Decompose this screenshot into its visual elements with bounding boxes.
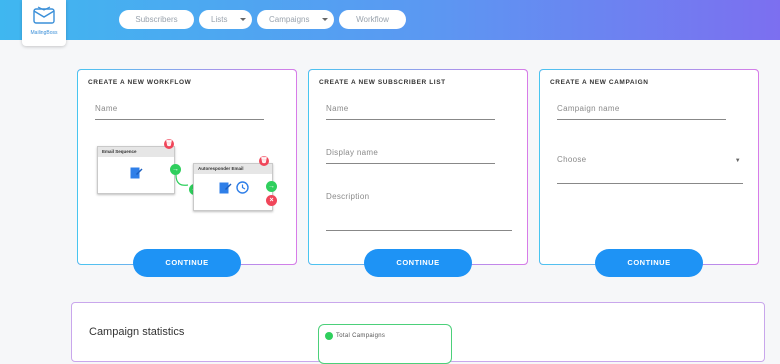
status-dot-icon	[325, 332, 333, 340]
list-name-input[interactable]: Name	[326, 104, 495, 120]
campaign-type-select[interactable]: Choose ▼	[557, 155, 743, 184]
select-value: Choose	[557, 155, 587, 164]
create-workflow-card: CREATE A NEW WORKFLOW Name Email Sequenc…	[77, 69, 297, 277]
campaign-continue-button[interactable]: CONTINUE	[595, 249, 703, 277]
field-placeholder: Name	[95, 104, 118, 113]
stats-title: Campaign statistics	[89, 326, 185, 338]
card-title: CREATE A NEW CAMPAIGN	[550, 79, 649, 86]
nav-subscribers-label: Subscribers	[135, 15, 178, 24]
close-icon: ×	[266, 195, 277, 206]
create-subscriber-list-card: CREATE A NEW SUBSCRIBER LIST Name Displa…	[308, 69, 528, 277]
nav-campaigns-label: Campaigns	[269, 15, 310, 24]
campaign-statistics-panel: Campaign statistics Total Campaigns	[71, 302, 765, 364]
edit-icon	[219, 182, 232, 194]
nav-campaigns-dropdown[interactable]: Campaigns	[257, 10, 334, 29]
arrow-right-icon: →	[266, 181, 277, 192]
mail-logo-icon	[33, 6, 55, 24]
total-campaigns-card: Total Campaigns	[318, 324, 452, 364]
chevron-down-icon	[240, 18, 246, 21]
list-display-name-input[interactable]: Display name	[326, 148, 495, 164]
clock-icon	[236, 181, 249, 194]
field-placeholder: Campaign name	[557, 104, 620, 113]
create-campaign-card: CREATE A NEW CAMPAIGN Campaign name Choo…	[539, 69, 759, 277]
autoresponder-email-node: Autoresponder Email	[193, 163, 273, 211]
triangle-down-icon: ▼	[734, 158, 741, 164]
card-title: CREATE A NEW SUBSCRIBER LIST	[319, 79, 446, 86]
nav-lists-label: Lists	[211, 15, 228, 24]
list-description-textarea[interactable]: Description	[326, 192, 512, 231]
connector-line	[175, 174, 189, 186]
campaign-name-input[interactable]: Campaign name	[557, 104, 726, 120]
logo-text: MailingBoss	[30, 30, 58, 36]
edit-icon	[130, 167, 143, 179]
nav-lists-dropdown[interactable]: Lists	[199, 10, 252, 29]
trash-icon: 🗑	[259, 156, 269, 166]
workflow-continue-button[interactable]: CONTINUE	[133, 249, 241, 277]
chevron-down-icon	[322, 18, 328, 21]
card-title: CREATE A NEW WORKFLOW	[88, 79, 192, 86]
nav-workflow[interactable]: Workflow	[339, 10, 406, 29]
node-title: Autoresponder Email	[194, 164, 272, 174]
field-placeholder: Description	[326, 192, 370, 201]
list-continue-button[interactable]: CONTINUE	[364, 249, 472, 277]
field-placeholder: Display name	[326, 148, 379, 157]
total-campaigns-label: Total Campaigns	[336, 333, 386, 339]
field-placeholder: Name	[326, 104, 349, 113]
nav-subscribers[interactable]: Subscribers	[119, 10, 194, 29]
app-logo[interactable]: MailingBoss	[22, 0, 66, 46]
top-header: MailingBoss Subscribers Lists Campaigns …	[0, 0, 780, 46]
node-title: Email Sequence	[98, 147, 174, 157]
workflow-name-input[interactable]: Name	[95, 104, 264, 120]
trash-icon: 🗑	[164, 139, 174, 149]
nav-workflow-label: Workflow	[356, 15, 389, 24]
email-sequence-node: Email Sequence	[97, 146, 175, 194]
